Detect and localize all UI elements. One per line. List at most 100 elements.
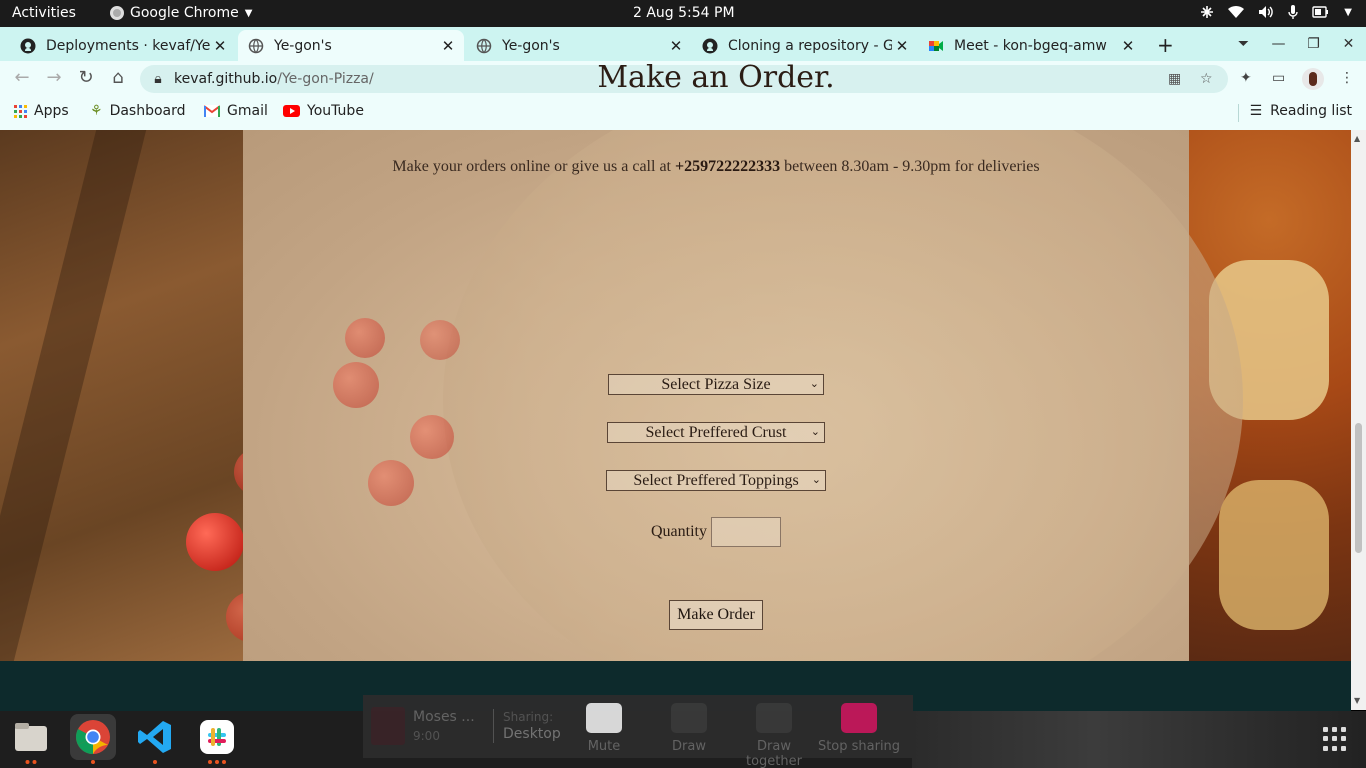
bookmark-label: Apps (34, 103, 69, 119)
bookmark-gmail[interactable]: Gmail (204, 103, 268, 119)
menu-icon[interactable]: ⋮ (1340, 70, 1354, 86)
bookmark-apps[interactable]: Apps (14, 103, 69, 119)
order-panel (243, 130, 1243, 661)
select-value: Select Pizza Size (661, 376, 771, 393)
close-icon[interactable]: ✕ (210, 37, 230, 55)
bookmarks-bar: Apps ⚘ Dashboard Gmail YouTube ☰ Reading… (0, 97, 1366, 130)
app-name: Google Chrome (130, 5, 239, 21)
bookmark-youtube[interactable]: YouTube (283, 103, 364, 119)
stop-sharing-button[interactable]: Stop sharing (814, 703, 904, 754)
close-icon[interactable]: ✕ (892, 37, 912, 55)
close-icon[interactable]: ✕ (1118, 37, 1138, 55)
wifi-icon (1228, 5, 1245, 19)
app-menu[interactable]: Google Chrome ▼ (110, 5, 252, 21)
tab-title: Ye-gon's (274, 37, 332, 54)
divider (493, 709, 494, 743)
microphone-icon (586, 703, 622, 733)
forward-icon[interactable]: → (42, 67, 66, 88)
close-window-icon[interactable]: ✕ (1331, 36, 1366, 52)
bookmark-star-icon[interactable]: ☆ (1200, 71, 1213, 87)
home-icon[interactable]: ⌂ (106, 67, 130, 88)
microphone-icon (1288, 4, 1298, 20)
back-icon[interactable]: ← (10, 67, 34, 88)
bookmarks-divider (1238, 104, 1239, 122)
tab-ye-gons-active[interactable]: Ye-gon's ✕ (238, 30, 464, 61)
system-top-bar: Activities Google Chrome ▼ 2 Aug 5:54 PM… (0, 0, 1366, 27)
bookmark-dashboard[interactable]: ⚘ Dashboard (90, 103, 186, 119)
chevron-down-icon: ⌄ (809, 378, 819, 390)
lock-icon[interactable]: 🔒︎ (152, 71, 164, 87)
tomato-image (333, 362, 379, 408)
tab-title: Ye-gon's (502, 37, 560, 54)
reading-list-button[interactable]: ☰ Reading list (1250, 103, 1352, 119)
files-app[interactable] (8, 714, 54, 764)
battery-icon (1312, 5, 1330, 19)
note-text: between 8.30am - 9.30pm for deliveries (780, 158, 1040, 175)
chevron-down-icon: ⌄ (810, 426, 820, 438)
reload-icon[interactable]: ↻ (74, 67, 98, 88)
show-applications-icon[interactable] (1323, 727, 1347, 751)
vscode-icon (138, 721, 171, 753)
minimize-icon[interactable]: — (1261, 36, 1296, 52)
meet-sharing-bar: Moses ... 9:00 Sharing: Desktop Mute Dra… (363, 695, 913, 768)
bookmark-label: YouTube (307, 103, 364, 119)
chrome-app[interactable] (70, 714, 116, 764)
page-scrollbar[interactable]: ▲ ▼ (1351, 130, 1366, 710)
extensions-icon[interactable]: ✦ (1240, 70, 1252, 86)
slack-icon (200, 720, 234, 754)
window-controls: ⏷ — ❐ ✕ (1226, 27, 1366, 61)
globe-icon (476, 38, 492, 53)
tomato-image (420, 320, 460, 360)
tab-title: Cloning a repository - Gi (728, 37, 892, 54)
scrollbar-thumb[interactable] (1355, 423, 1362, 553)
tab-search-icon[interactable]: ⏷ (1226, 36, 1261, 52)
system-tray[interactable]: ▼ (1200, 4, 1352, 20)
close-icon[interactable]: ✕ (666, 37, 686, 55)
close-icon[interactable]: ✕ (438, 37, 458, 55)
make-order-button[interactable]: Make Order (669, 600, 763, 630)
bookmark-label: Dashboard (109, 103, 186, 119)
toppings-select[interactable]: Select Preffered Toppings ⌄ (606, 470, 826, 491)
new-tab-button[interactable]: + (1157, 33, 1174, 57)
meet-icon (929, 40, 943, 51)
pizza-size-select[interactable]: Select Pizza Size ⌄ (608, 374, 824, 395)
sharing-label: Sharing: (503, 710, 554, 724)
sharing-target: Desktop (503, 726, 561, 742)
tab-deployments[interactable]: Deployments · kevaf/Ye ✕ (10, 30, 236, 61)
folder-icon (15, 723, 47, 751)
running-indicator (208, 760, 226, 764)
vscode-app[interactable] (132, 714, 178, 764)
restore-icon[interactable]: ❐ (1296, 36, 1331, 52)
select-value: Select Preffered Crust (645, 424, 787, 441)
scroll-up-icon[interactable]: ▲ (1354, 134, 1360, 143)
activities-button[interactable]: Activities (12, 5, 76, 21)
github-icon (702, 38, 718, 53)
call-duration: 9:00 (413, 729, 440, 743)
crust-select[interactable]: Select Preffered Crust ⌄ (607, 422, 825, 443)
background-wood (0, 130, 243, 661)
tomato-image (368, 460, 414, 506)
profile-avatar[interactable] (1302, 68, 1324, 90)
chrome-icon (76, 720, 110, 754)
running-indicator (91, 760, 95, 764)
slack-app[interactable] (194, 714, 240, 764)
draw-button[interactable]: Draw (644, 703, 734, 754)
tab-cloning-repository[interactable]: Cloning a repository - Gi ✕ (692, 30, 918, 61)
tab-title: Meet - kon-bgeq-amw (954, 37, 1107, 54)
bookmark-label: Reading list (1270, 103, 1352, 119)
clock[interactable]: 2 Aug 5:54 PM (633, 5, 735, 21)
tab-meet[interactable]: Meet - kon-bgeq-amw ✕ (918, 30, 1144, 61)
participant-name: Moses ... (413, 709, 475, 725)
scroll-down-icon[interactable]: ▼ (1354, 696, 1360, 705)
mute-button[interactable]: Mute (559, 703, 649, 754)
select-value: Select Preffered Toppings (633, 472, 799, 489)
quantity-input[interactable] (711, 517, 781, 547)
chevron-down-icon: ▼ (244, 7, 253, 19)
draw-together-button[interactable]: Draw together (729, 703, 819, 768)
button-label: Draw together (746, 739, 802, 768)
cast-icon[interactable]: ▭ (1272, 70, 1285, 86)
button-label: Draw (672, 739, 706, 754)
tab-ye-gons[interactable]: Ye-gon's ✕ (466, 30, 692, 61)
tab-strip: Deployments · kevaf/Ye ✕ Ye-gon's ✕ Ye-g… (0, 27, 1366, 61)
volume-icon (1258, 5, 1274, 19)
